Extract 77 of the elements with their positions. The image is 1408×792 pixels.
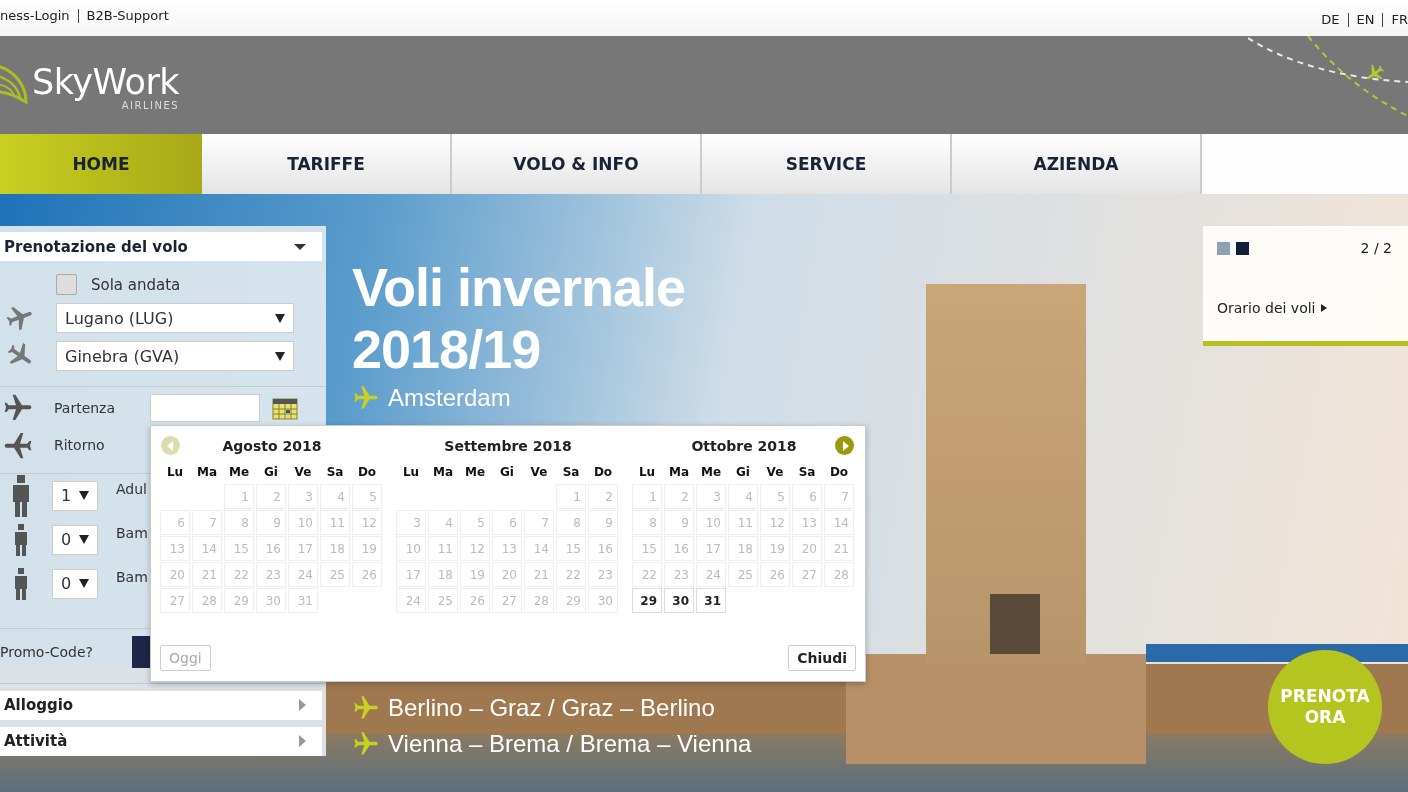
weekday-label: Gi — [263, 464, 279, 481]
schedule-link[interactable]: Orario dei voli — [1217, 300, 1392, 316]
promo-link[interactable]: Promo-Code? — [0, 643, 132, 660]
logo-wordmark: SkyWork — [32, 63, 180, 101]
weekday-label: Lu — [165, 464, 185, 481]
slide-counter: 2 / 2 — [1360, 240, 1392, 256]
weekday-label: Ma — [667, 464, 690, 481]
weekday-label: Sa — [561, 464, 581, 481]
weekday-label: Me — [699, 464, 723, 481]
caret-icon — [294, 243, 306, 250]
calendar-day[interactable]: 29 — [632, 588, 662, 613]
weekday-label: Ve — [765, 464, 785, 481]
weekday-label: Me — [227, 464, 251, 481]
checkbox-label: Sola andata — [91, 275, 181, 294]
calendar-day[interactable]: 31 — [696, 588, 726, 613]
logo-subtitle: AIRLINES — [121, 101, 180, 111]
plane-icon — [352, 694, 380, 722]
nav-tab[interactable]: HOME — [0, 134, 202, 194]
date-input[interactable] — [150, 394, 260, 423]
field-label: Partenza — [54, 400, 117, 417]
weekday-label: Lu — [401, 464, 421, 481]
origin-dropdown[interactable]: Lugano (LUG) — [56, 303, 294, 334]
language-link[interactable]: FR — [1391, 12, 1408, 27]
slide-indicator[interactable] — [1236, 241, 1249, 255]
passenger-label: Bam — [116, 568, 148, 585]
weekday-label: Do — [828, 464, 850, 481]
calendar-icon — [272, 396, 298, 421]
weekday-label: Me — [463, 464, 487, 481]
plane-icon — [352, 384, 380, 412]
arrow-right-icon — [1320, 304, 1327, 312]
month-title: Ottobre 2018 — [690, 437, 798, 456]
top-link[interactable]: B2B-Support — [86, 8, 169, 23]
weekday-label: Ma — [195, 464, 218, 481]
weekday-label: Sa — [797, 464, 817, 481]
weekday-label: Ve — [293, 464, 313, 481]
checkbox[interactable] — [56, 274, 77, 296]
arrow-right-icon — [299, 735, 306, 748]
next-month-button[interactable] — [835, 436, 854, 455]
section-row[interactable]: Attività — [0, 726, 322, 756]
count-dropdown[interactable]: 0 — [52, 524, 98, 555]
headline: Voli invernale 2018/19 — [352, 256, 687, 380]
route-text: Vienna – Brema / Brema – Vienna — [388, 730, 752, 758]
route-text: Amsterdam — [388, 384, 511, 412]
calendar-day[interactable]: 30 — [664, 588, 694, 613]
passenger-label: Adul — [116, 480, 147, 497]
month-title: Agosto 2018 — [221, 437, 323, 456]
weekday-label: Gi — [735, 464, 751, 481]
weekday-label: Lu — [637, 464, 657, 481]
plane-icon — [352, 730, 380, 758]
panel-title: Prenotazione del volo — [4, 237, 188, 256]
calendar-button[interactable]: Chiudi — [788, 645, 856, 671]
weekday-label: Sa — [325, 464, 345, 481]
weekday-label: Ma — [431, 464, 454, 481]
weekday-label: Do — [356, 464, 378, 481]
section-row[interactable]: Alloggio — [0, 690, 322, 720]
count-dropdown[interactable]: 0 — [52, 568, 98, 599]
language-link[interactable]: EN — [1356, 12, 1375, 27]
nav-tab[interactable]: VOLO & INFO — [452, 134, 702, 194]
weekday-label: Gi — [499, 464, 515, 481]
count-dropdown[interactable]: 1 — [52, 480, 98, 511]
panel-header[interactable]: Prenotazione del volo — [0, 232, 322, 262]
destination-dropdown[interactable]: Ginebra (GVA) — [56, 341, 294, 372]
nav-tab[interactable]: TARIFFE — [202, 134, 452, 194]
top-link[interactable]: ness-Login — [0, 8, 70, 23]
route-text: Berlino – Graz / Graz – Berlino — [388, 694, 715, 722]
person-icon — [14, 567, 28, 600]
arrow-right-icon — [299, 699, 306, 712]
language-link[interactable]: DE — [1321, 12, 1340, 27]
nav-tab[interactable]: SERVICE — [702, 134, 952, 194]
passenger-label: Bam — [116, 524, 148, 541]
nav-tab[interactable]: AZIENDA — [952, 134, 1202, 194]
person-icon — [12, 474, 30, 517]
weekday-label: Do — [592, 464, 614, 481]
weekday-label: Ve — [529, 464, 549, 481]
field-label: Ritorno — [54, 437, 106, 454]
person-icon — [14, 523, 28, 556]
month-title: Settembre 2018 — [443, 437, 573, 456]
